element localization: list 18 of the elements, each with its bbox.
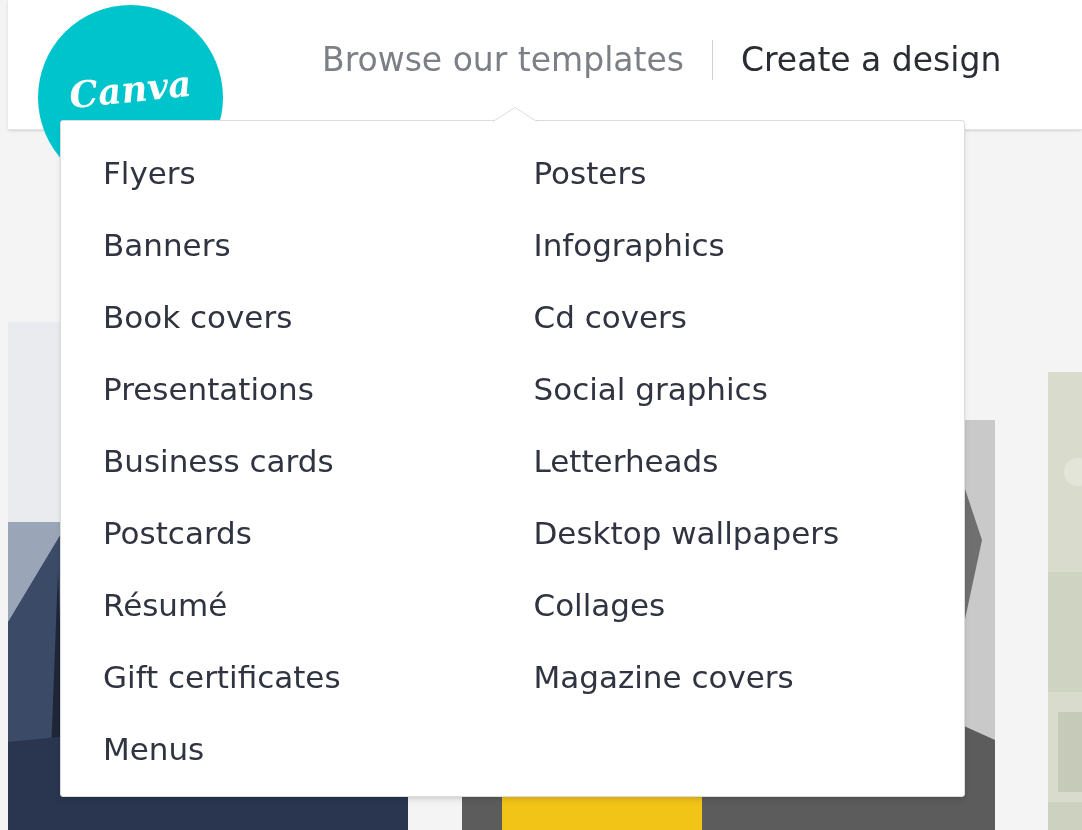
- menu-item[interactable]: Collages: [533, 584, 666, 626]
- menu-item[interactable]: Infographics: [533, 224, 725, 266]
- menu-item[interactable]: Book covers: [103, 296, 293, 338]
- menu-item[interactable]: Menus: [103, 728, 205, 770]
- menu-item[interactable]: Postcards: [103, 512, 252, 554]
- nav-link[interactable]: Browse our templates: [322, 38, 684, 82]
- menu-item[interactable]: Letterheads: [533, 440, 719, 482]
- menu-item[interactable]: Desktop wallpapers: [533, 512, 840, 554]
- menu-item[interactable]: Gift certificates: [103, 656, 341, 698]
- nav-link[interactable]: Create a design: [740, 38, 1002, 82]
- menu-item[interactable]: Presentations: [103, 368, 314, 410]
- menu-item[interactable]: Posters: [533, 152, 647, 194]
- menu-item[interactable]: Magazine covers: [533, 656, 794, 698]
- menu-item[interactable]: Cd covers: [533, 296, 687, 338]
- menu-item[interactable]: Banners: [103, 224, 231, 266]
- menu-item[interactable]: Résumé: [103, 584, 228, 626]
- menu-item[interactable]: Business cards: [103, 440, 334, 482]
- menu-item[interactable]: Social graphics: [533, 368, 768, 410]
